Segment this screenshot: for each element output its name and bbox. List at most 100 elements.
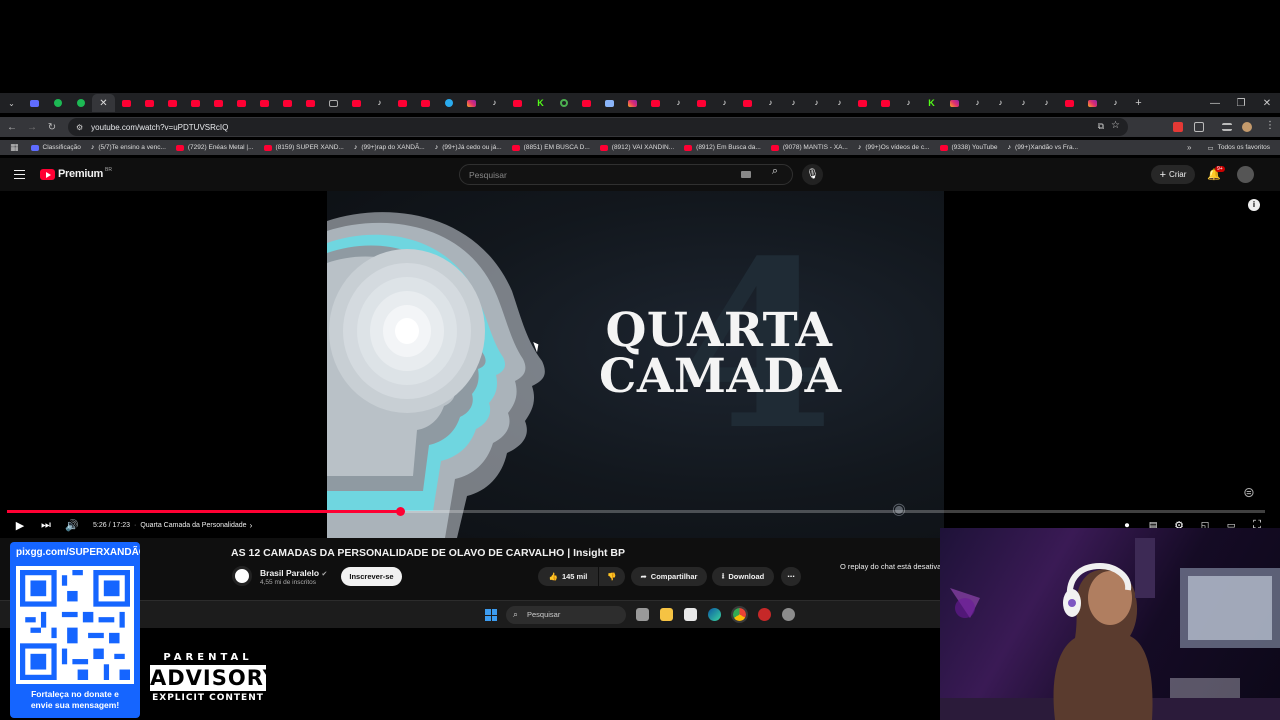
volume-icon[interactable]: 🔊: [65, 519, 79, 532]
bookmark-item[interactable]: (8159) SUPER XAND...: [263, 144, 344, 151]
tab[interactable]: ♪: [713, 94, 736, 112]
tab[interactable]: [598, 94, 621, 112]
settings-app-icon[interactable]: [782, 608, 795, 621]
tab[interactable]: [230, 94, 253, 112]
site-info-icon[interactable]: ⚙: [76, 123, 83, 132]
tab[interactable]: [644, 94, 667, 112]
tab[interactable]: ♪: [1012, 94, 1035, 112]
download-button[interactable]: ⭳ Download: [712, 567, 774, 586]
bookmark-item[interactable]: ♪ (5/7)Te ensino a venc...: [91, 144, 166, 151]
tab[interactable]: [69, 94, 92, 112]
reload-icon[interactable]: ↻: [42, 122, 62, 133]
video-frame[interactable]: 4 QUARTA CAMADA ◉: [327, 191, 944, 538]
dislike-button[interactable]: 👎: [599, 567, 625, 586]
tab[interactable]: [138, 94, 161, 112]
tab[interactable]: [460, 94, 483, 112]
apps-grid-icon[interactable]: ▦: [10, 142, 19, 153]
minimize-icon[interactable]: —: [1202, 98, 1228, 109]
channel-avatar[interactable]: [232, 566, 252, 586]
tab[interactable]: ♪: [966, 94, 989, 112]
bookmark-item[interactable]: (8912) Em Busca da...: [684, 144, 761, 151]
tab[interactable]: ♪: [828, 94, 851, 112]
tab[interactable]: K: [529, 94, 552, 112]
create-button[interactable]: + Criar: [1151, 165, 1195, 184]
tab[interactable]: [621, 94, 644, 112]
tab[interactable]: ♪: [667, 94, 690, 112]
tab[interactable]: [299, 94, 322, 112]
tab[interactable]: [851, 94, 874, 112]
tab[interactable]: ♪: [782, 94, 805, 112]
tab[interactable]: [552, 94, 575, 112]
tab[interactable]: K: [920, 94, 943, 112]
channel-name[interactable]: Brasil Paralelo ✔: [260, 568, 327, 578]
profile-avatar[interactable]: [1242, 122, 1252, 132]
youtube-logo[interactable]: Premium BR: [40, 167, 112, 180]
hamburger-menu-icon[interactable]: [14, 170, 25, 181]
extension-icon[interactable]: [1173, 122, 1183, 132]
next-icon[interactable]: ⏭: [39, 519, 53, 532]
tab[interactable]: ♪: [1104, 94, 1127, 112]
tab[interactable]: [161, 94, 184, 112]
subscribe-button[interactable]: Inscrever-se: [341, 567, 402, 586]
bookmark-item[interactable]: Classificação: [30, 144, 81, 151]
tab[interactable]: ♪: [483, 94, 506, 112]
bookmark-item[interactable]: (7292) Enéas Metal |...: [175, 144, 254, 151]
tab[interactable]: [322, 94, 345, 112]
bookmark-item[interactable]: (8851) EM BUSCA D...: [511, 144, 590, 151]
tab[interactable]: [414, 94, 437, 112]
tab[interactable]: [23, 94, 46, 112]
install-icon[interactable]: ⧉: [1098, 121, 1104, 132]
play-icon[interactable]: ▶: [13, 519, 27, 532]
tab[interactable]: [943, 94, 966, 112]
tab[interactable]: [276, 94, 299, 112]
watermark-logo-icon[interactable]: ⊜: [1243, 484, 1255, 501]
share-button[interactable]: ➦ Compartilhar: [631, 567, 707, 586]
file-explorer-icon[interactable]: [660, 608, 673, 621]
info-icon[interactable]: i: [1248, 199, 1260, 211]
task-view-icon[interactable]: [636, 608, 649, 621]
tab-active[interactable]: ✕: [92, 94, 115, 112]
tab[interactable]: [184, 94, 207, 112]
tab[interactable]: ♪: [805, 94, 828, 112]
more-bookmarks-icon[interactable]: »: [1187, 143, 1191, 152]
tab[interactable]: [1058, 94, 1081, 112]
tab[interactable]: [736, 94, 759, 112]
search-button[interactable]: ⌕: [762, 165, 788, 184]
tab[interactable]: ♪: [897, 94, 920, 112]
taskbar-search-input[interactable]: ⌕ Pesquisar: [506, 606, 626, 624]
tab[interactable]: [874, 94, 897, 112]
windows-start-icon[interactable]: [485, 609, 497, 621]
bookmark-item[interactable]: ♪ (99+)Os vídeos de c...: [858, 144, 930, 151]
bookmark-star-icon[interactable]: ☆: [1111, 120, 1120, 131]
tab[interactable]: ♪: [1035, 94, 1058, 112]
back-icon[interactable]: ←: [2, 122, 22, 133]
bookmark-item[interactable]: (8912) VAI XANDIN...: [599, 144, 674, 151]
tab[interactable]: ♪: [368, 94, 391, 112]
close-window-icon[interactable]: ✕: [1254, 98, 1280, 109]
tab[interactable]: [46, 94, 69, 112]
tab[interactable]: [207, 94, 230, 112]
tab[interactable]: [1081, 94, 1104, 112]
like-button[interactable]: 👍 145 mil: [538, 567, 598, 586]
reading-list-icon[interactable]: [1222, 123, 1232, 131]
chrome-icon[interactable]: [731, 606, 748, 623]
tab[interactable]: [506, 94, 529, 112]
menu-dots-icon[interactable]: ⋮: [1265, 120, 1275, 131]
all-bookmarks-folder[interactable]: ▭ Todos os favoritos: [1207, 144, 1270, 152]
tab[interactable]: ♪: [989, 94, 1012, 112]
maximize-icon[interactable]: ❐: [1228, 98, 1254, 109]
tab[interactable]: [253, 94, 276, 112]
app-icon[interactable]: [758, 608, 771, 621]
tab-search-button[interactable]: ⌄: [0, 94, 23, 112]
bookmark-item[interactable]: ♪ (99+)Xandão vs Fra...: [1008, 144, 1079, 151]
tab[interactable]: [391, 94, 414, 112]
video-player[interactable]: 4 QUARTA CAMADA ◉ i ⊜ ▶ ⏭ 🔊 5:26 / 17:23…: [0, 191, 1280, 538]
new-tab-button[interactable]: +: [1127, 94, 1150, 112]
bookmark-item[interactable]: ♪ (99+)rap do XANDÃ...: [354, 144, 425, 151]
tab[interactable]: ♪: [759, 94, 782, 112]
chapter-title[interactable]: Quarta Camada da Personalidade: [140, 522, 246, 529]
extensions-puzzle-icon[interactable]: [1194, 122, 1204, 132]
address-bar[interactable]: ⚙ youtube.com/watch?v=uPDTUVSRcIQ ⧉ ☆: [68, 118, 1128, 136]
close-icon[interactable]: ✕: [99, 98, 107, 109]
avatar[interactable]: [1237, 166, 1254, 183]
